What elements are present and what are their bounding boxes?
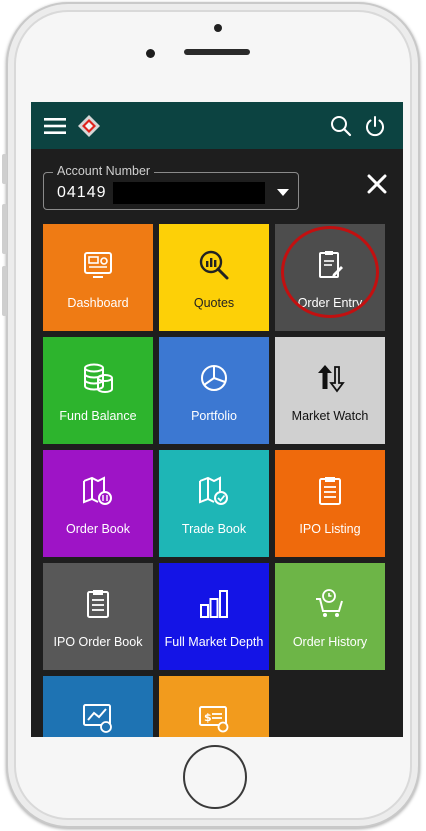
tile-trade-book[interactable]: Trade Book xyxy=(159,450,269,557)
app-screen: Account Number 04149 Dashboard Quotes Or… xyxy=(31,102,403,737)
home-button[interactable] xyxy=(183,745,247,809)
highlight-circle xyxy=(281,226,379,318)
power-icon xyxy=(366,116,384,137)
tile-ipo-listing[interactable]: IPO Listing xyxy=(275,450,385,557)
tile-label: Fund Balance xyxy=(59,409,137,423)
bars-icon xyxy=(200,590,228,618)
account-label: Account Number xyxy=(53,164,155,179)
close-icon xyxy=(367,174,387,194)
coins-icon xyxy=(84,363,113,393)
app-logo xyxy=(73,110,105,142)
pie-chart-icon xyxy=(201,365,227,391)
tile-label: Trade Book xyxy=(181,522,247,536)
tile-portfolio[interactable]: Portfolio xyxy=(159,337,269,444)
tile-label: IPO Order Book xyxy=(53,635,143,649)
tile-label: IPO Listing xyxy=(299,522,361,536)
up-down-arrows-icon xyxy=(318,365,345,393)
diamond-logo-icon xyxy=(78,115,100,137)
hamburger-icon xyxy=(44,118,66,134)
tile-label: Portfolio xyxy=(191,409,237,423)
tile-label: Dashboard xyxy=(67,296,129,310)
tile-order-book[interactable]: Order Book xyxy=(43,450,153,557)
tile-label: Market Watch xyxy=(291,409,369,423)
dashboard-icon xyxy=(84,252,112,278)
svg-text:$: $ xyxy=(204,711,212,724)
tile-dashboard[interactable]: Dashboard xyxy=(43,224,153,331)
tile-label: Order History xyxy=(292,635,368,649)
logout-button[interactable] xyxy=(359,110,391,142)
book-check-icon xyxy=(199,476,228,505)
tile-order-history[interactable]: Order History xyxy=(275,563,385,670)
volume-button xyxy=(2,266,7,316)
search-button[interactable] xyxy=(325,110,357,142)
book-icon xyxy=(83,476,112,505)
menu-button[interactable] xyxy=(39,110,71,142)
clipboard-icon xyxy=(87,590,109,618)
chart-clock-icon xyxy=(83,704,112,733)
proximity-sensor xyxy=(214,24,222,32)
top-bar xyxy=(31,102,403,149)
quotes-icon xyxy=(199,250,229,280)
tile-label: Full Market Depth xyxy=(164,635,264,649)
tile-full-market-depth[interactable]: Full Market Depth xyxy=(159,563,269,670)
earpiece-speaker xyxy=(184,49,250,55)
tile-label: Order Book xyxy=(66,522,130,536)
payment-icon: $ xyxy=(199,706,229,733)
front-camera xyxy=(146,49,155,58)
close-button[interactable] xyxy=(363,170,391,198)
account-number-value: 04149 xyxy=(57,184,107,201)
search-icon xyxy=(331,116,352,137)
tile-quotes[interactable]: Quotes xyxy=(159,224,269,331)
volume-button xyxy=(2,154,7,184)
tile-fund-balance[interactable]: Fund Balance xyxy=(43,337,153,444)
tile-market-analysis[interactable] xyxy=(43,676,153,737)
cart-clock-icon xyxy=(316,589,343,617)
volume-button xyxy=(2,204,7,254)
tile-payment[interactable]: $ xyxy=(159,676,269,737)
redaction-bar xyxy=(113,182,265,204)
tile-market-watch[interactable]: Market Watch xyxy=(275,337,385,444)
clipboard-icon xyxy=(319,477,341,505)
tile-ipo-order-book[interactable]: IPO Order Book xyxy=(43,563,153,670)
dropdown-arrow-icon[interactable] xyxy=(277,189,289,196)
account-selector[interactable]: Account Number 04149 xyxy=(43,164,301,211)
tile-label: Quotes xyxy=(193,296,235,310)
